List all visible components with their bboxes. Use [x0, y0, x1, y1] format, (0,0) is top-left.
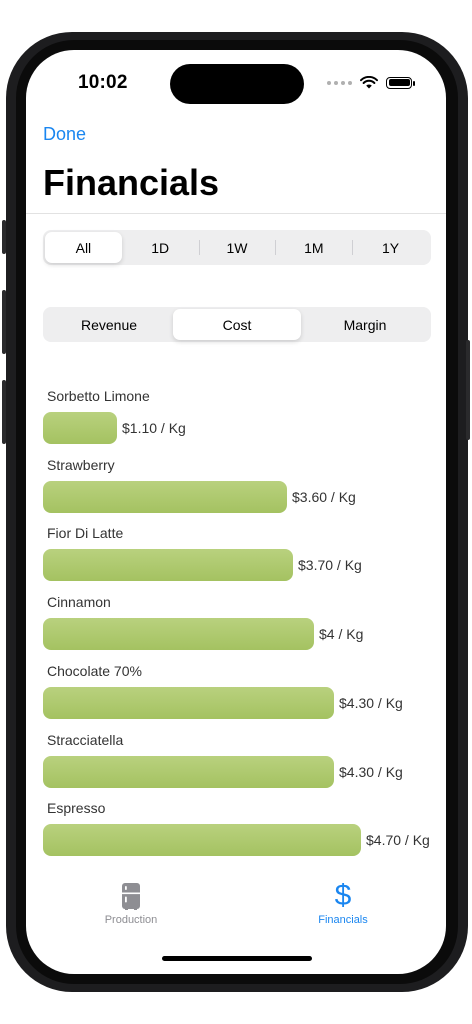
battery-icon: [386, 76, 415, 89]
tab-production-label: Production: [104, 914, 158, 926]
bar-label: Sorbetto Limone: [47, 388, 150, 404]
bar: [43, 412, 117, 444]
segment-1w[interactable]: 1W: [198, 232, 276, 263]
bar-value-label: $1.10 / Kg: [122, 420, 186, 436]
bar-value-label: $3.60 / Kg: [292, 488, 356, 505]
range-segmented-control: All 1D 1W 1M 1Y: [43, 230, 431, 265]
dollar-sign-icon: $: [334, 879, 352, 912]
segment-1d[interactable]: 1D: [122, 232, 199, 263]
segment-revenue[interactable]: Revenue: [45, 309, 173, 340]
volume-up-button: [2, 290, 6, 354]
segment-1m[interactable]: 1M: [275, 232, 352, 263]
volume-down-button: [2, 380, 6, 444]
bar-value-label: $4.30 / Kg: [339, 763, 403, 780]
screen: 10:02 Done Financials All 1D 1W 1M 1Y Re…: [26, 50, 446, 974]
status-indicators: [327, 76, 415, 89]
action-button: [2, 220, 6, 254]
bar-value-label: $3.70 / Kg: [298, 557, 362, 574]
tab-financials[interactable]: $ Financials: [306, 879, 380, 927]
bar: [43, 755, 334, 788]
page-title: Financials: [43, 162, 220, 203]
bar-value-label: $4.30 / Kg: [339, 694, 403, 711]
bar-label: Strawberry: [47, 456, 115, 473]
dynamic-island: [170, 64, 304, 104]
bar-label: Fior Di Latte: [47, 525, 124, 542]
bar-value-label: $4 / Kg: [319, 626, 364, 643]
nav-divider: [26, 213, 446, 214]
bar: [43, 824, 361, 857]
home-indicator: [162, 956, 312, 961]
bar-label: Espresso: [47, 800, 106, 817]
bar-label: Stracciatella: [47, 731, 124, 748]
bar-label: Cinnamon: [47, 594, 111, 611]
segment-margin[interactable]: Margin: [301, 309, 429, 340]
refrigerator-icon: [122, 883, 140, 910]
bar-value-label: $4.70 / Kg: [366, 832, 430, 849]
tab-financials-label: Financials: [318, 914, 368, 926]
segment-cost[interactable]: Cost: [173, 309, 301, 340]
power-button: [466, 340, 470, 440]
bar: [43, 480, 287, 513]
signal-icon: [327, 80, 352, 85]
done-button[interactable]: Done: [43, 124, 86, 145]
segment-1y[interactable]: 1Y: [352, 232, 429, 263]
bar: [43, 618, 314, 651]
bar-label: Chocolate 70%: [47, 662, 142, 679]
wifi-icon: [360, 76, 378, 89]
segment-all[interactable]: All: [45, 232, 122, 263]
tab-production[interactable]: Production: [96, 882, 166, 926]
bar: [43, 549, 293, 582]
metric-segmented-control: Revenue Cost Margin: [43, 307, 431, 342]
status-time: 10:02: [78, 72, 128, 93]
bar: [43, 686, 334, 719]
